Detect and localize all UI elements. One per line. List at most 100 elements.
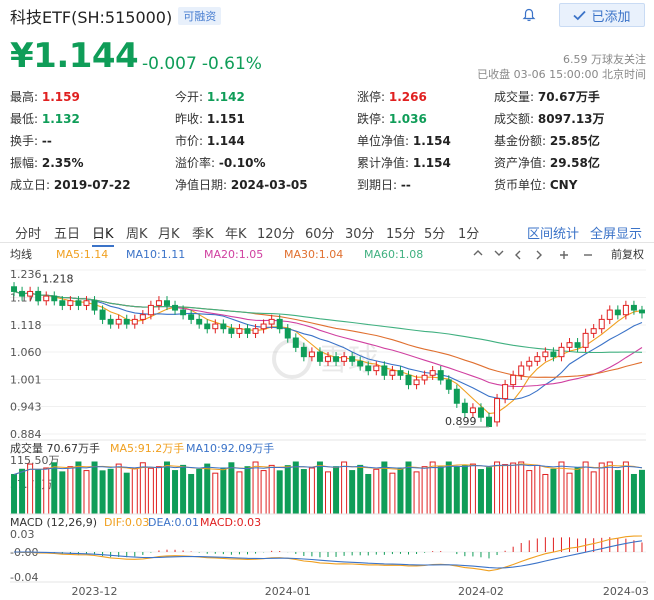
volume-bar xyxy=(357,464,364,515)
volume-bar xyxy=(614,470,621,515)
stat-label: 溢价率: xyxy=(175,156,219,170)
volume-bar xyxy=(115,463,122,515)
volume-bar xyxy=(252,461,259,515)
candle-body xyxy=(486,416,493,428)
stat-label: 今开: xyxy=(175,90,207,104)
range-stats-link[interactable]: 区间统计 xyxy=(527,223,579,242)
follow-button[interactable]: 已添加 xyxy=(559,3,645,27)
stat-cell: 到期日: -- xyxy=(357,176,411,193)
x-axis-tick: 2024-02 xyxy=(458,585,504,598)
change-value: -0.007 xyxy=(142,54,197,74)
tab-0[interactable]: 分时 xyxy=(15,223,41,242)
candle-body xyxy=(582,332,589,348)
volume-bar xyxy=(526,470,533,515)
candle-body xyxy=(590,328,597,334)
tab-9[interactable]: 30分 xyxy=(345,223,375,242)
arrow-left-icon[interactable] xyxy=(515,250,521,260)
candle-body xyxy=(91,300,98,311)
candle-body xyxy=(477,407,484,418)
candle-body xyxy=(365,365,372,372)
candle-body xyxy=(574,342,581,348)
volume-legend-item: MA5:91.2万手 xyxy=(110,441,184,455)
fullscreen-link[interactable]: 全屏显示 xyxy=(590,223,642,242)
stat-label: 振幅: xyxy=(10,156,42,170)
volume-bar xyxy=(582,461,589,515)
tab-7[interactable]: 120分 xyxy=(257,223,295,242)
candle-body xyxy=(381,365,388,376)
candle-body xyxy=(115,318,122,325)
volume-legend-item: 成交量 70.67万手 xyxy=(10,441,100,455)
tab-6[interactable]: 年K xyxy=(225,223,247,242)
arrow-right-icon[interactable] xyxy=(536,250,542,260)
candle-body xyxy=(494,398,501,423)
stat-value: 1.132 xyxy=(41,112,80,126)
tab-11[interactable]: 5分 xyxy=(424,223,445,242)
bell-icon[interactable] xyxy=(522,8,536,22)
stat-label: 成交量: xyxy=(494,90,538,104)
volume-bar xyxy=(453,466,460,515)
candle-body xyxy=(27,290,34,297)
stats-row: 振幅: 2.35% 溢价率: -0.10% 累计净值: 1.154 资产净值: 29.… xyxy=(10,154,650,172)
candle-body xyxy=(405,374,412,386)
arrow-down-icon[interactable] xyxy=(494,250,504,256)
candle-body xyxy=(163,300,170,306)
volume-legend-item: MA10:92.09万手 xyxy=(186,441,274,455)
zoom-in-icon[interactable] xyxy=(560,251,568,259)
stat-value: -0.10% xyxy=(218,156,266,170)
price-axis-tick: 1.236 xyxy=(10,268,42,281)
volume-bar xyxy=(437,466,444,515)
volume-bar xyxy=(59,471,66,515)
candle-body xyxy=(526,360,533,367)
price-axis-tick: 1.060 xyxy=(10,346,42,359)
volume-bar xyxy=(389,472,396,515)
tab-12[interactable]: 1分 xyxy=(458,223,479,242)
tab-4[interactable]: 月K xyxy=(158,223,180,242)
candle-body xyxy=(67,300,74,306)
x-axis-tick: 2023-12 xyxy=(72,585,118,598)
volume-bar xyxy=(268,464,275,515)
tab-8[interactable]: 60分 xyxy=(305,223,335,242)
ma-legend-item: MA5:1.14 xyxy=(56,248,108,261)
candle-body xyxy=(268,318,275,325)
volume-bar xyxy=(180,464,187,515)
candle-body xyxy=(349,356,356,362)
candle-body xyxy=(325,356,331,362)
tab-10[interactable]: 15分 xyxy=(386,223,416,242)
volume-bar xyxy=(598,462,605,515)
tab-5[interactable]: 季K xyxy=(192,223,214,242)
volume-bar xyxy=(19,468,26,515)
stat-cell: 换手: -- xyxy=(10,132,52,149)
tab-1[interactable]: 五日 xyxy=(54,223,80,242)
volume-bar xyxy=(236,471,243,515)
stat-cell: 成交额: 8097.13万 xyxy=(494,110,605,127)
volume-bar xyxy=(421,466,428,515)
candle-body xyxy=(75,300,82,306)
candle-body xyxy=(445,379,452,390)
candle-body xyxy=(373,365,380,372)
security-name: 科技ETF(SH:515000) xyxy=(10,8,173,27)
max-price-label: 1.218 xyxy=(42,272,74,285)
stat-cell: 今开: 1.142 xyxy=(175,88,245,105)
candle-body xyxy=(622,304,629,316)
tab-3[interactable]: 周K xyxy=(126,223,148,242)
stat-cell: 振幅: 2.35% xyxy=(10,154,84,171)
candle-body xyxy=(204,323,211,330)
candle-body xyxy=(252,328,259,334)
candle-body xyxy=(99,309,106,320)
price-axis-tick: 1.001 xyxy=(10,373,42,386)
candle-body xyxy=(228,328,235,334)
stat-label: 涨停: xyxy=(357,90,389,104)
tab-2[interactable]: 日K xyxy=(92,223,114,247)
kline-chart[interactable]: 均线 MA5:1.14 MA10:1.11 MA20:1.05 MA30:1.04 MA6… xyxy=(0,244,654,600)
volume-bar xyxy=(630,473,637,515)
volume-bar xyxy=(204,463,211,515)
candle-body xyxy=(638,309,645,314)
stat-value: 8097.13万 xyxy=(537,112,605,126)
margin-badge[interactable]: 可融资 xyxy=(178,7,222,25)
volume-bar xyxy=(574,467,581,515)
candle-body xyxy=(300,346,307,358)
stat-cell: 溢价率: -0.10% xyxy=(175,154,265,171)
volume-bar xyxy=(212,472,219,515)
arrow-up-icon[interactable] xyxy=(473,250,483,256)
volume-bar xyxy=(35,469,42,515)
